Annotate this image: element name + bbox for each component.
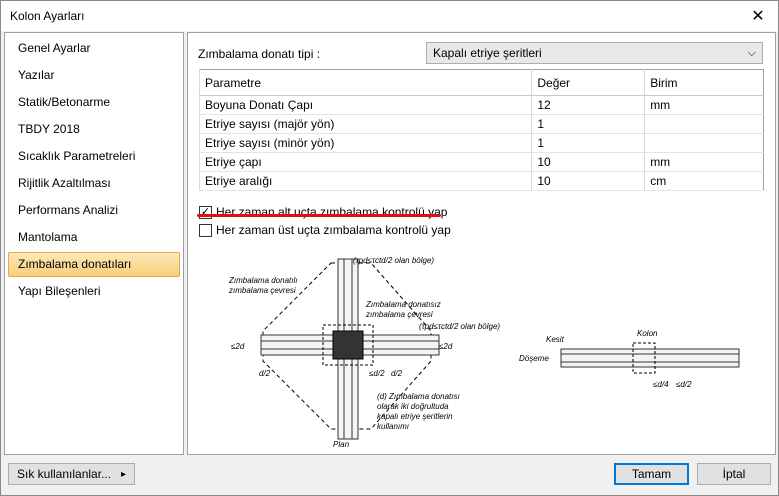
label-top: (τpd≤τctd/2 olan bölge) [353,256,434,265]
table-row[interactable]: Boyuna Donatı Çapı 12 mm [198,95,764,115]
dim-2d-left: ≤2d [231,342,245,351]
sidebar-item-zimbalama[interactable]: Zımbalama donatıları [8,252,180,277]
label-outer-1: Zımbalama donatılı [228,276,297,285]
dim-d2-1: d/2 [259,369,271,378]
highlight-underline [197,214,441,217]
sidebar-item-label: Mantolama [18,230,78,244]
table-cell[interactable]: 1 [531,114,645,134]
sidebar-item-label: Yazılar [18,68,55,82]
sidebar-item-label: Sıcaklık Parametreleri [18,149,136,163]
checkbox-unchecked-icon[interactable] [199,223,212,237]
table-row[interactable]: Etriye sayısı (majör yön) 1 [198,114,764,134]
punching-diagram: (τpd≤τctd/2 olan bölge) (τpd≤τctd/2 olan… [228,256,740,449]
sidebar-item-label: Rijitlik Azaltılması [18,176,111,190]
table-cell: Boyuna Donatı Çapı [198,95,532,115]
table-cell: Etriye sayısı (minör yön) [198,133,532,153]
table-cell: Etriye sayısı (majör yön) [198,114,532,134]
chevron-down-icon: ⌵ [747,47,756,59]
sidebar-item-genel-ayarlar[interactable]: Genel Ayarlar [8,36,180,61]
note-3: kapalı etriye şeritlerin [377,412,453,421]
dim-d2-2: ≤d/2 [369,369,385,378]
sidebar-item-tbdy-2018[interactable]: TBDY 2018 [8,117,180,142]
column-header: Birim [644,69,764,96]
label-inner-1: Zımbalama donatısız [365,300,441,309]
sidebar-item-mantolama[interactable]: Mantolama [8,225,180,250]
column-header: Parametre [198,69,532,96]
table-cell: Etriye aralığı [198,171,532,191]
chevron-right-icon: ▸ [120,468,126,480]
table-cell[interactable]: 10 [531,152,645,172]
dialog-window: Kolon Ayarları ✕ Genel Ayarlar Yazılar S… [0,0,779,496]
sidebar-item-performans[interactable]: Performans Analizi [8,198,180,223]
dim-2d-right: ≤2d [439,342,453,351]
table-cell[interactable]: 1 [531,133,645,153]
doseme-label: Döşeme [519,354,549,363]
favorites-button[interactable]: Sık kullanılanlar... ▸ [8,463,135,485]
column-header: Değer [531,69,645,96]
punching-type-label: Zımbalama donatı tipi : [198,47,321,61]
table-cell[interactable]: 10 [531,171,645,191]
dim-d2-section: ≤d/2 [676,380,692,389]
table-header-row: Parametre Değer Birim [198,69,764,96]
sidebar-item-label: Genel Ayarlar [18,41,91,55]
table-cell: mm [644,95,764,115]
table-cell: cm [644,171,764,191]
sidebar-item-label: Yapı Bileşenleri [18,284,101,298]
punching-type-value: Kapalı etriye şeritleri [433,46,542,60]
label-inner-2: zımbalama çevresi [365,310,433,319]
check-ust-punching[interactable]: Her zaman üst uçta zımbalama kontrolü ya… [199,223,451,237]
sidebar-item-label: Zımbalama donatıları [18,257,132,271]
sidebar-item-label: Performans Analizi [18,203,119,217]
slab-section [560,348,740,368]
sidebar-item-label: TBDY 2018 [18,122,80,136]
sidebar-item-yapi-bilesenleri[interactable]: Yapı Bileşenleri [8,279,180,304]
table-cell [644,114,764,134]
table-row[interactable]: Etriye çapı 10 mm [198,152,764,172]
cancel-button[interactable]: İptal [697,463,771,485]
table-row[interactable]: Etriye aralığı 10 cm [198,171,764,191]
table-cell: Etriye çapı [198,152,532,172]
kolon-label: Kolon [637,329,658,338]
label-outer-2: zımbalama çevresi [228,286,296,295]
sidebar-item-statik-betonarme[interactable]: Statik/Betonarme [8,90,180,115]
sidebar-item-rijitlik[interactable]: Rijitlik Azaltılması [8,171,180,196]
parameter-table: Parametre Değer Birim Boyuna Donatı Çapı… [198,69,764,191]
table-row[interactable]: Etriye sayısı (minör yön) 1 [198,133,764,153]
note-2: olarak iki doğrultuda [377,402,449,411]
dim-d2-3: d/2 [391,369,403,378]
note-1: (d) Zımbalama donatısı [377,392,460,401]
sidebar-item-label: Statik/Betonarme [18,95,111,109]
check-ust-label: Her zaman üst uçta zımbalama kontrolü ya… [216,223,451,237]
favorites-label: Sık kullanılanlar... [17,467,112,481]
close-icon[interactable]: ✕ [738,1,778,31]
note-4: kullanımı [377,422,409,431]
table-cell: mm [644,152,764,172]
settings-sidebar: Genel Ayarlar Yazılar Statik/Betonarme T… [4,32,184,455]
label-right: (τpd≤τctd/2 olan bölge) [419,322,500,331]
table-cell [644,133,764,153]
column-square [332,330,364,360]
title-bar: Kolon Ayarları ✕ [1,1,778,31]
table-cell[interactable]: 12 [531,95,645,115]
plan-label: Plan [333,440,350,449]
dim-d4: ≤d/4 [653,380,669,389]
punching-type-select[interactable]: Kapalı etriye şeritleri ⌵ [426,42,763,64]
sidebar-item-yazilar[interactable]: Yazılar [8,63,180,88]
ok-button[interactable]: Tamam [614,463,689,485]
kesit-label: Kesit [546,335,565,344]
window-title: Kolon Ayarları [10,9,85,23]
sidebar-item-sicaklik[interactable]: Sıcaklık Parametreleri [8,144,180,169]
